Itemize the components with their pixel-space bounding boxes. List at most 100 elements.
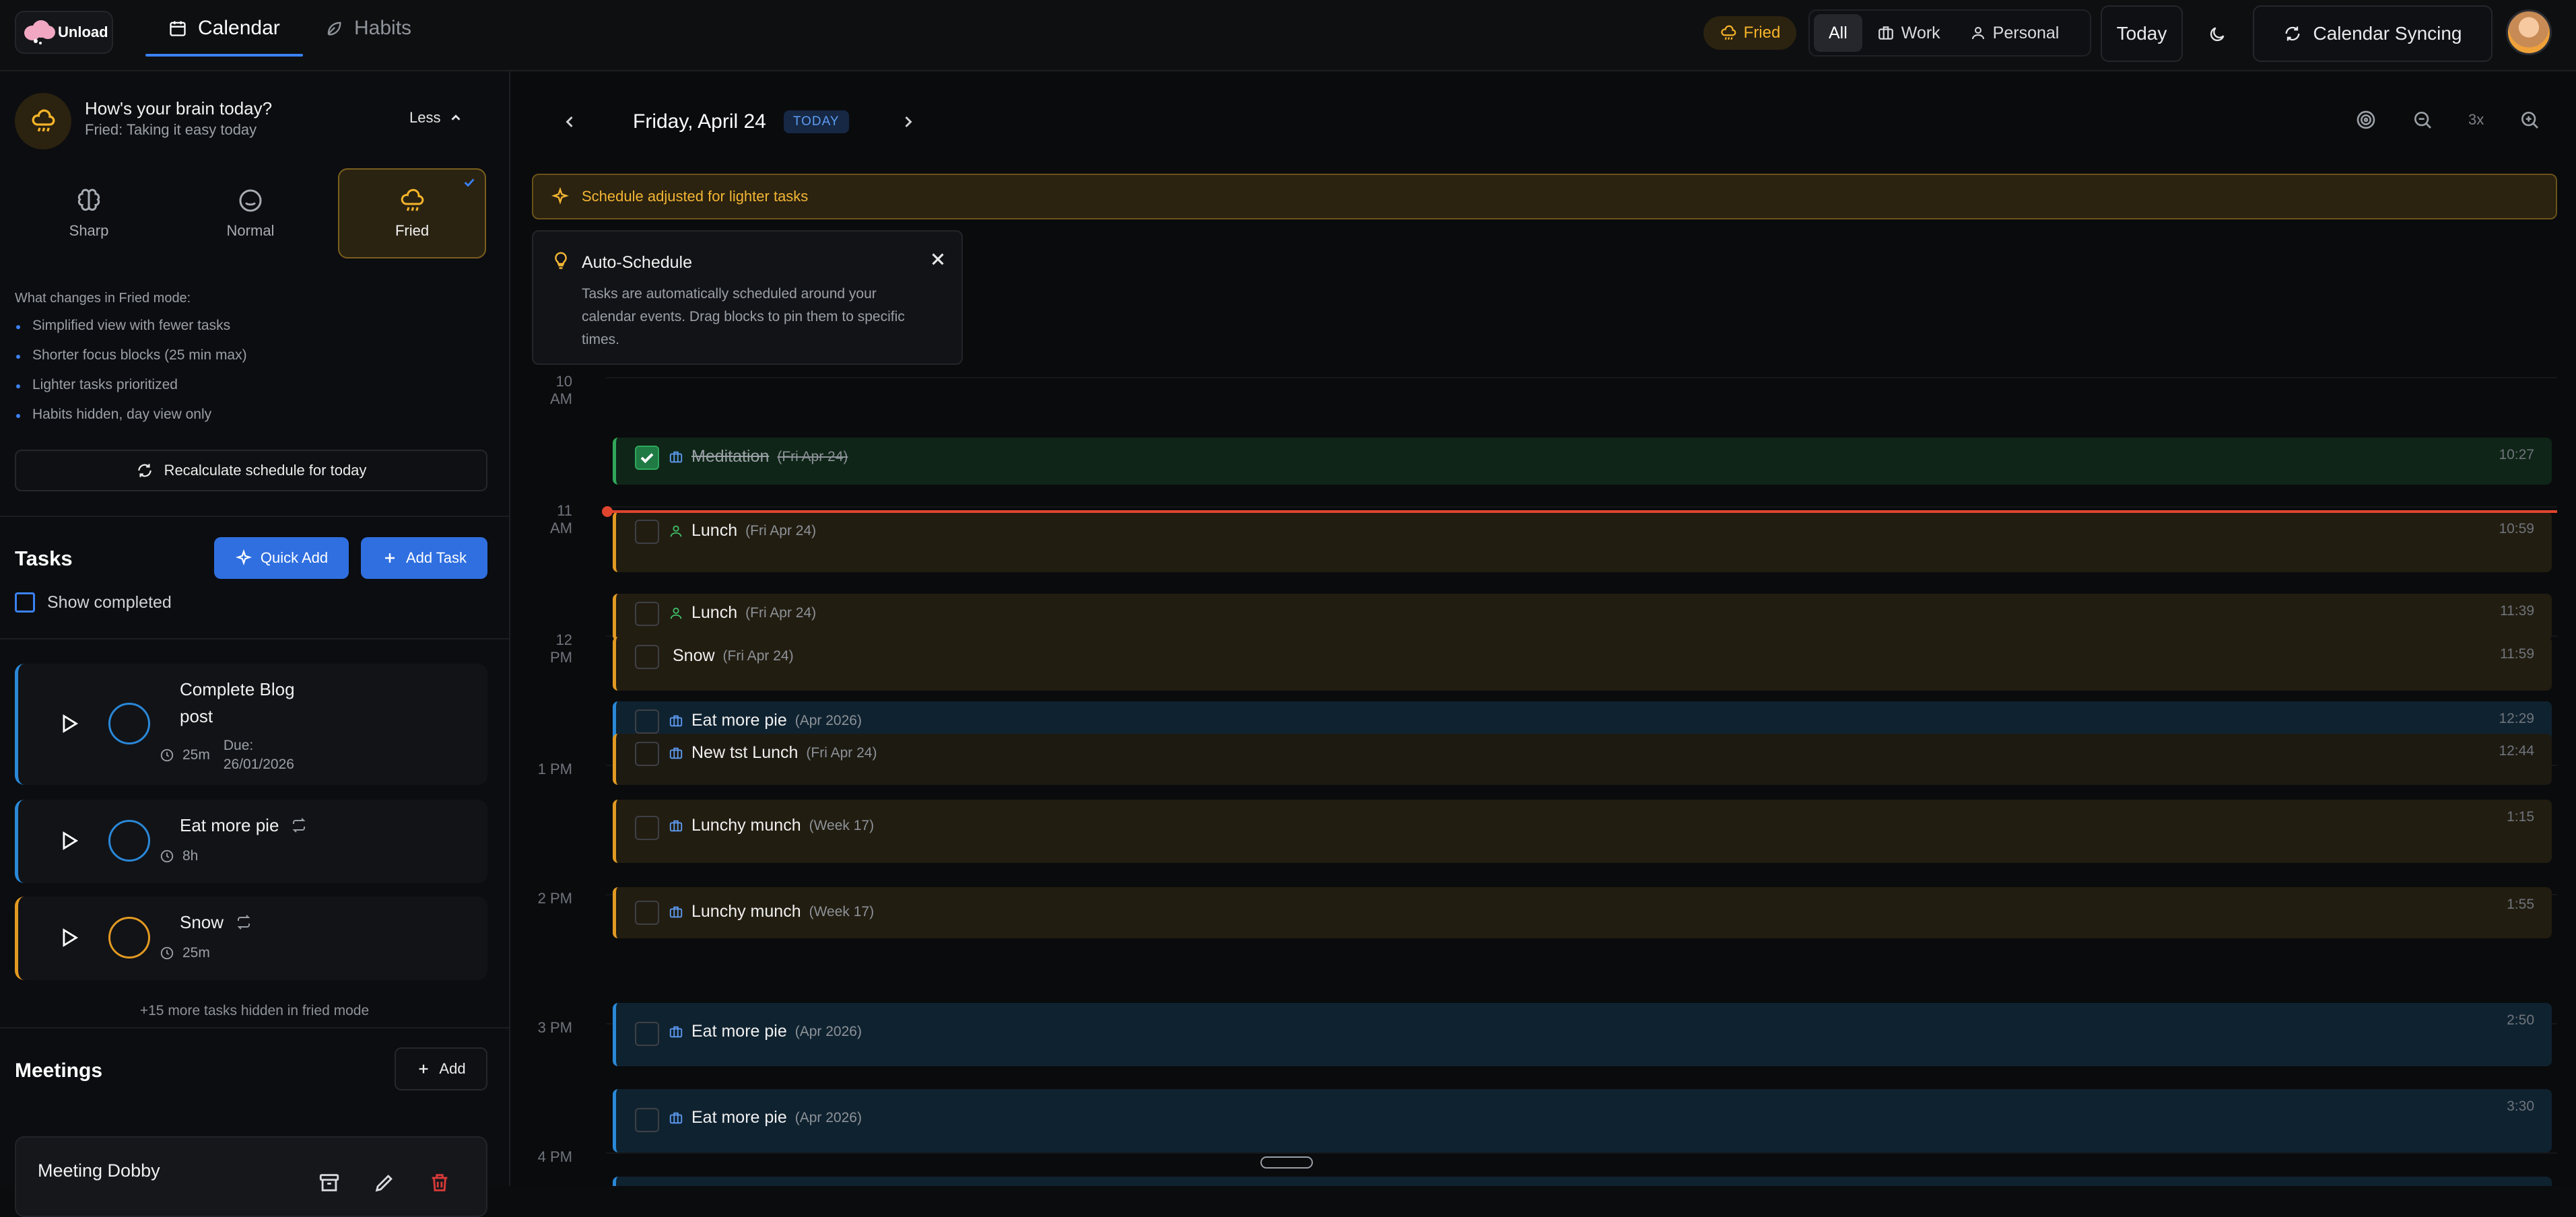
sparkle-icon — [551, 187, 570, 205]
task-card[interactable]: Snow 25m — [15, 897, 487, 980]
clock-icon — [160, 946, 174, 960]
task-complete-ring[interactable] — [108, 917, 150, 959]
event-block[interactable]: Eat more pie (Apr 2026) 2:50 — [613, 1003, 2552, 1066]
event-checkbox[interactable] — [635, 645, 659, 669]
mood-option-normal[interactable]: Normal — [176, 168, 325, 258]
target-icon[interactable] — [2355, 109, 2377, 131]
task-name: Eat more pie — [180, 812, 307, 839]
filter-all[interactable]: All — [1814, 14, 1862, 52]
avatar[interactable] — [2506, 9, 2552, 55]
task-name-line: post — [180, 706, 213, 726]
add-meeting-button[interactable]: Add — [395, 1047, 487, 1090]
event-block[interactable]: Meditation (Fri Apr 24) 10:27 — [613, 438, 2552, 485]
event-name: Lunch — [691, 603, 738, 622]
event-block[interactable]: Lunchy munch (Week 17) 1:55 — [613, 887, 2552, 938]
zoom-level: 3x — [2468, 111, 2484, 128]
event-checkbox[interactable] — [635, 742, 659, 766]
show-completed-checkbox[interactable] — [15, 592, 35, 613]
event-time: 1:15 — [2507, 809, 2534, 825]
calendar-sync-button[interactable]: Calendar Syncing — [2253, 5, 2493, 62]
event-time: 11:59 — [2500, 646, 2534, 662]
app-name: Unload — [58, 24, 108, 40]
task-card[interactable]: Complete Blog post 25m Due: 26/01/2026 — [15, 664, 487, 785]
event-checkbox[interactable] — [635, 602, 659, 626]
event-checkbox[interactable] — [635, 1022, 659, 1046]
check-icon — [464, 178, 475, 187]
calendar-sync-label: Calendar Syncing — [2313, 23, 2462, 44]
less-toggle[interactable]: Less — [409, 109, 463, 127]
mood-status-icon — [15, 93, 71, 149]
moon-icon — [2210, 27, 2225, 42]
event-block[interactable]: Lunch (Fri Apr 24) 11:39 — [613, 594, 2552, 641]
event-block[interactable]: Lunchy munch (Week 17) 1:15 — [613, 800, 2552, 863]
event-block[interactable]: Lunch (Fri Apr 24) 10:59 — [613, 512, 2552, 572]
mood-option-sharp-label: Sharp — [69, 222, 109, 239]
theme-toggle-button[interactable] — [2200, 18, 2234, 51]
tab-habits[interactable]: Habits — [325, 0, 411, 57]
event-checkbox[interactable] — [635, 520, 659, 544]
filter-personal[interactable]: Personal — [1955, 14, 2074, 52]
top-nav: Unload Calendar Habits Fried All Work Pe… — [0, 0, 2576, 71]
event-checkbox[interactable] — [635, 446, 659, 470]
current-time-line — [606, 510, 2557, 513]
recalculate-button[interactable]: Recalculate schedule for today — [15, 450, 487, 491]
event-block[interactable] — [613, 1177, 2552, 1186]
chevron-right-icon[interactable] — [899, 112, 918, 131]
task-duration: 25m — [182, 747, 210, 763]
play-icon[interactable] — [57, 926, 80, 949]
clock-icon — [160, 749, 174, 762]
show-completed-toggle[interactable]: Show completed — [15, 592, 172, 613]
mood-option-sharp[interactable]: Sharp — [15, 168, 163, 258]
event-sub: (Fri Apr 24) — [722, 648, 794, 664]
event-checkbox[interactable] — [635, 1108, 659, 1132]
today-button[interactable]: Today — [2101, 5, 2183, 62]
event-checkbox[interactable] — [635, 709, 659, 734]
archive-icon[interactable] — [318, 1171, 341, 1194]
trash-icon[interactable] — [428, 1171, 451, 1194]
close-icon[interactable] — [928, 249, 948, 269]
task-card[interactable]: Eat more pie 8h — [15, 800, 487, 883]
hour-line — [606, 377, 2557, 378]
mood-pill[interactable]: Fried — [1703, 16, 1796, 50]
event-block[interactable]: Snow (Fri Apr 24) 11:59 — [613, 637, 2552, 691]
event-checkbox[interactable] — [635, 816, 659, 840]
event-title: Lunchy munch (Week 17) — [669, 902, 874, 922]
event-time: 1:55 — [2507, 897, 2534, 912]
event-name: Lunchy munch — [691, 816, 801, 835]
sparkle-icon — [235, 549, 252, 566]
divider — [0, 638, 509, 639]
event-title: Eat more pie (Apr 2026) — [669, 711, 862, 730]
mood-option-fried-label: Fried — [395, 222, 430, 239]
filter-work[interactable]: Work — [1862, 14, 1955, 52]
task-name: Snow — [180, 909, 252, 936]
meeting-card[interactable]: Meeting Dobby — [15, 1136, 487, 1217]
quick-add-button[interactable]: Quick Add — [214, 537, 349, 579]
task-complete-ring[interactable] — [108, 703, 150, 744]
add-task-button[interactable]: Add Task — [361, 537, 487, 579]
edit-icon[interactable] — [373, 1171, 396, 1194]
task-meta: 8h — [160, 848, 198, 864]
chevron-left-icon[interactable] — [560, 112, 579, 131]
event-checkbox[interactable] — [635, 901, 659, 925]
scroll-handle[interactable] — [1260, 1156, 1313, 1169]
zoom-out-icon[interactable] — [2412, 109, 2433, 131]
briefcase-icon — [669, 715, 683, 726]
mood-option-fried[interactable]: Fried — [338, 168, 486, 258]
event-name: Eat more pie — [691, 1022, 787, 1041]
auto-schedule-title: Auto-Schedule — [582, 253, 693, 272]
event-name: Snow — [673, 646, 715, 665]
play-icon[interactable] — [57, 712, 80, 735]
event-sub: (Fri Apr 24) — [806, 744, 877, 761]
zoom-in-icon[interactable] — [2519, 109, 2540, 131]
task-complete-ring[interactable] — [108, 820, 150, 862]
play-icon[interactable] — [57, 829, 80, 852]
list-item: Simplified view with fewer tasks — [15, 318, 247, 347]
hour-label: 4 PM — [537, 1148, 572, 1165]
event-block[interactable]: Eat more pie (Apr 2026) 3:30 — [613, 1089, 2552, 1152]
list-item: Shorter focus blocks (25 min max) — [15, 347, 247, 377]
event-sub: (Apr 2026) — [794, 712, 862, 728]
tab-calendar[interactable]: Calendar — [145, 0, 303, 57]
app-logo[interactable]: Unload — [15, 11, 113, 54]
cloud-rain-icon — [32, 109, 55, 132]
event-block[interactable]: New tst Lunch (Fri Apr 24) 12:44 — [613, 734, 2552, 785]
